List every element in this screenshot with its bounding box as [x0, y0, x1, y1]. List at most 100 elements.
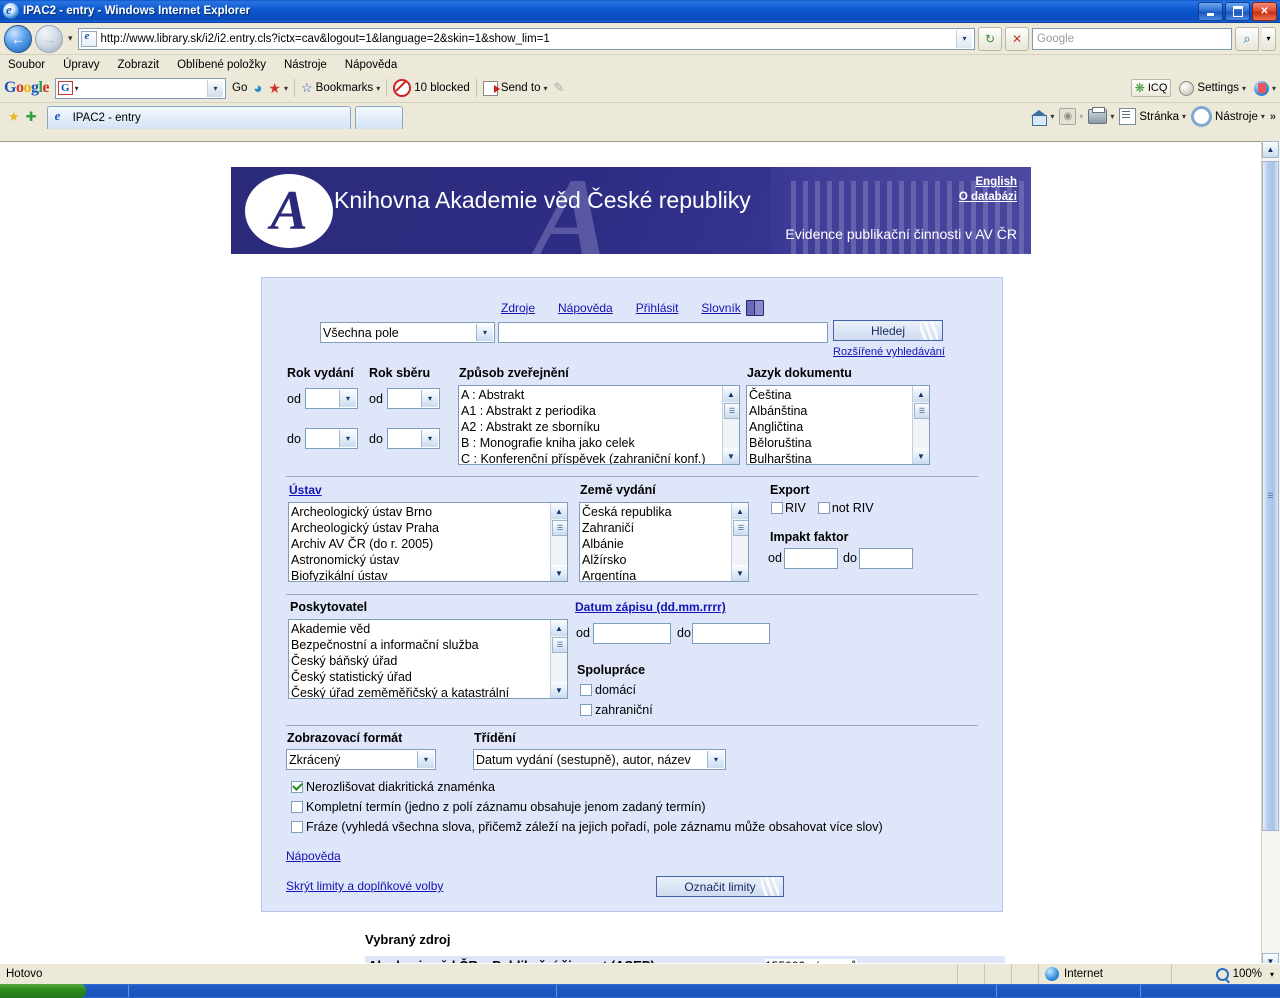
google-sidewiki-icon[interactable]: ◕: [253, 80, 262, 97]
menu-item-zobrazit[interactable]: Zobrazit: [118, 59, 160, 71]
browser-search-options-button[interactable]: ▾: [1262, 26, 1276, 51]
scroll-down-icon[interactable]: ▼: [551, 565, 567, 581]
icq-button[interactable]: ❋ ICQ: [1130, 79, 1172, 97]
scrollbar[interactable]: ▲ ☰ ▼: [550, 620, 567, 698]
zpusob-zverejneni-listbox[interactable]: A : Abstrakt A1 : Abstrakt z periodika A…: [458, 385, 740, 465]
list-item[interactable]: Albánie: [582, 536, 748, 552]
list-item[interactable]: Argentína: [582, 568, 748, 581]
checkbox-zahranicni[interactable]: [580, 704, 592, 716]
list-item[interactable]: A1 : Abstrakt z periodika: [461, 403, 739, 419]
start-button[interactable]: [0, 984, 86, 998]
list-item[interactable]: Biofyzikální ústav: [291, 568, 567, 581]
browser-search-box[interactable]: Google: [1032, 27, 1232, 50]
zobrazovaci-format-select[interactable]: Zkrácený ▾: [286, 749, 436, 770]
settings-button[interactable]: Settings ▾: [1179, 80, 1246, 96]
list-item[interactable]: Akademie věd: [291, 621, 567, 637]
scroll-down-icon[interactable]: ▼: [732, 565, 748, 581]
menu-item-oblibene-polozky[interactable]: Oblíbené položky: [177, 59, 266, 71]
menu-item-soubor[interactable]: Soubor: [8, 59, 45, 71]
link-napoveda-bottom[interactable]: Nápověda: [286, 849, 341, 863]
checkbox-nerozlisovat-diakritika[interactable]: [291, 781, 303, 793]
link-rozsirene-vyhledavani[interactable]: Rozšířené vyhledávání: [833, 346, 945, 358]
dictionary-book-icon[interactable]: [745, 300, 764, 316]
browser-search-go-button[interactable]: ⌕: [1235, 26, 1259, 51]
google-go-button[interactable]: Go: [232, 82, 247, 94]
scroll-up-icon[interactable]: ▲: [732, 503, 748, 519]
list-item[interactable]: Bezpečnostní a informační služba: [291, 637, 567, 653]
link-napoveda-top[interactable]: Nápověda: [558, 301, 613, 315]
list-item[interactable]: Archeologický ústav Brno: [291, 504, 567, 520]
list-item[interactable]: Archiv AV ČR (do r. 2005): [291, 536, 567, 552]
restore-button[interactable]: [1225, 2, 1250, 21]
google-bookmarks-star-icon[interactable]: ★ ▾: [268, 80, 288, 97]
impakt-od-input[interactable]: [784, 548, 838, 569]
page-scrollbar-vertical[interactable]: ▲ ☰ ▼: [1261, 141, 1280, 970]
menu-item-upravy[interactable]: Úpravy: [63, 59, 99, 71]
stop-button[interactable]: ✕: [1005, 26, 1029, 51]
menu-item-nastroje[interactable]: Nástroje: [284, 59, 327, 71]
chevron-down-icon[interactable]: ▾: [1270, 970, 1274, 979]
list-item[interactable]: Český úřad zeměměřičský a katastrální: [291, 685, 567, 698]
scroll-down-icon[interactable]: ▼: [551, 682, 567, 698]
list-item[interactable]: A2 : Abstrakt ze sborníku: [461, 419, 739, 435]
rok-sberu-do-select[interactable]: ▾: [387, 428, 440, 449]
checkbox-not-riv[interactable]: [817, 502, 830, 514]
list-item[interactable]: Albánština: [749, 403, 929, 419]
zoom-control[interactable]: 100% ▾: [1171, 964, 1280, 984]
rok-vydani-od-select[interactable]: ▾: [305, 388, 358, 409]
security-zone[interactable]: Internet: [1038, 964, 1171, 984]
link-slovnik[interactable]: Slovník: [701, 301, 740, 315]
list-item[interactable]: Angličtina: [749, 419, 929, 435]
list-item[interactable]: Bulharština: [749, 451, 929, 464]
scrollbar[interactable]: ▲ ☰ ▼: [731, 503, 748, 581]
jazyk-dokumentu-listbox[interactable]: Čeština Albánština Angličtina Běloruštin…: [746, 385, 930, 465]
scrollbar-thumb[interactable]: ☰: [724, 403, 739, 419]
list-item[interactable]: Zahraničí: [582, 520, 748, 536]
link-o-databazi[interactable]: O databázi: [959, 190, 1017, 205]
rok-vydani-do-select[interactable]: ▾: [305, 428, 358, 449]
scroll-up-icon[interactable]: ▲: [723, 386, 739, 402]
google-dropdown-icon[interactable]: ▾: [207, 79, 224, 97]
scrollbar[interactable]: ▲ ☰ ▼: [550, 503, 567, 581]
link-ustav[interactable]: Ústav: [289, 483, 322, 497]
clear-limits-button[interactable]: Označit limity: [656, 876, 784, 897]
google-sendto-button[interactable]: Send to ▾: [482, 80, 548, 96]
back-button[interactable]: ←: [4, 24, 32, 53]
list-item[interactable]: Česká republika: [582, 504, 748, 520]
scrollbar-thumb[interactable]: ☰: [552, 520, 567, 536]
scroll-up-icon[interactable]: ▲: [1262, 141, 1279, 158]
poskytovatel-listbox[interactable]: Akademie věd Bezpečnostní a informační s…: [288, 619, 568, 699]
google-highlight-icon[interactable]: ✎: [554, 80, 565, 96]
datum-do-input[interactable]: [692, 623, 770, 644]
refresh-button[interactable]: ↻: [978, 26, 1002, 51]
list-item[interactable]: B : Monografie kniha jako celek: [461, 435, 739, 451]
taskbar-item[interactable]: [996, 985, 1137, 997]
trideni-select[interactable]: Datum vydání (sestupně), autor, název ▾: [473, 749, 726, 770]
checkbox-domaci[interactable]: [580, 684, 592, 696]
checkbox-fraze[interactable]: [291, 821, 303, 833]
taskbar-item[interactable]: [128, 985, 549, 997]
scrollbar-thumb[interactable]: ☰: [733, 520, 748, 536]
scrollbar[interactable]: ▲ ☰ ▼: [722, 386, 739, 464]
list-item[interactable]: Astronomický ústav: [291, 552, 567, 568]
list-item[interactable]: Běloruština: [749, 435, 929, 451]
checkbox-riv[interactable]: [771, 502, 783, 514]
toolbar-overflow-icon[interactable]: »: [1270, 111, 1276, 123]
scrollbar-thumb[interactable]: ☰: [552, 637, 567, 653]
menu-item-napoveda[interactable]: Nápověda: [345, 59, 397, 71]
list-item[interactable]: A : Abstrakt: [461, 387, 739, 403]
tools-menu-button[interactable]: Nástroje ▾: [1191, 106, 1265, 127]
acrobat-button[interactable]: ▾: [1253, 80, 1276, 96]
link-skryt-limity[interactable]: Skrýt limity a doplňkové volby: [286, 879, 443, 893]
history-dropdown-caret-icon[interactable]: ▾: [66, 33, 75, 44]
print-button[interactable]: ▾: [1088, 107, 1114, 124]
add-favorite-icon[interactable]: ✚: [26, 109, 37, 125]
zeme-vydani-listbox[interactable]: Česká republika Zahraničí Albánie Alžírs…: [579, 502, 749, 582]
search-button[interactable]: Hledej: [833, 320, 943, 341]
scrollbar-thumb[interactable]: ☰: [1262, 161, 1279, 831]
list-item[interactable]: Archeologický ústav Praha: [291, 520, 567, 536]
scrollbar-thumb[interactable]: ☰: [914, 403, 929, 419]
taskbar-item[interactable]: [556, 985, 977, 997]
taskbar-tray[interactable]: [1140, 985, 1280, 997]
datum-od-input[interactable]: [593, 623, 671, 644]
